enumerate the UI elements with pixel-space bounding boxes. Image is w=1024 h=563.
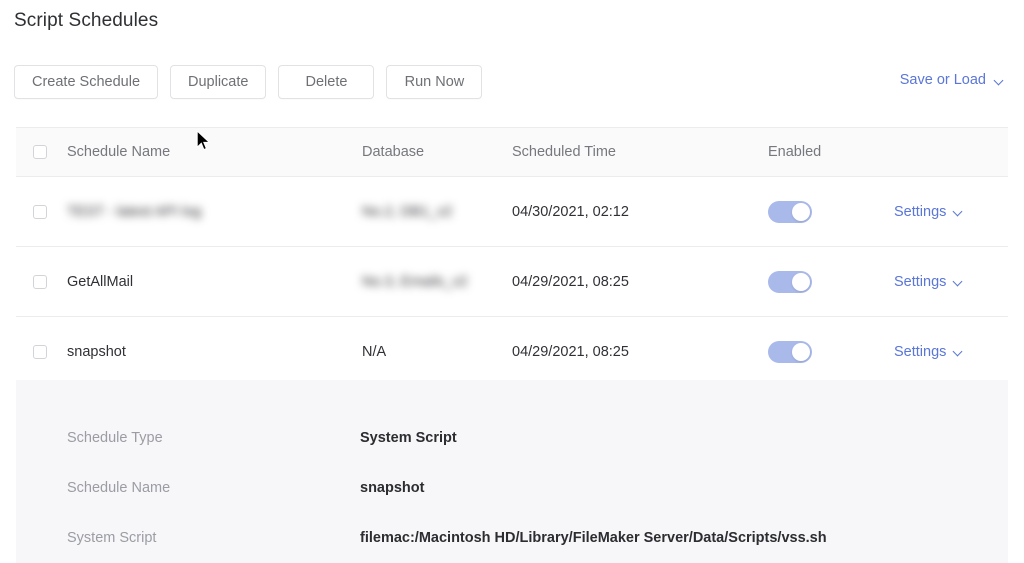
toolbar: Create Schedule Duplicate Delete Run Now: [14, 65, 483, 99]
settings-label: Settings: [894, 273, 947, 290]
cell-settings: Settings: [894, 204, 963, 220]
settings-button[interactable]: Settings: [894, 274, 963, 290]
detail-label: Schedule Type: [67, 430, 163, 446]
save-or-load-button[interactable]: Save or Load: [900, 72, 1004, 88]
settings-label: Settings: [894, 203, 947, 220]
cell-enabled: [768, 270, 812, 293]
settings-button[interactable]: Settings: [894, 204, 963, 220]
row-checkbox[interactable]: [33, 204, 47, 219]
cell-schedule-name: snapshot: [67, 343, 126, 360]
cell-database: N/A: [362, 343, 387, 360]
cell-database: No.2, DB1_v2: [362, 203, 453, 220]
row-checkbox[interactable]: [33, 274, 47, 289]
toggle-knob: [792, 342, 810, 361]
schedules-table: Schedule Name Database Scheduled Time En…: [0, 127, 1024, 387]
cell-settings: Settings: [894, 274, 963, 290]
toggle-knob: [792, 272, 810, 291]
detail-row: Schedule Name snapshot: [16, 480, 1008, 504]
table-row[interactable]: GetAllMail No.3, Emails_v2 04/29/2021, 08:…: [16, 247, 1008, 317]
run-now-button[interactable]: Run Now: [386, 65, 483, 99]
cell-database: No.3, Emails_v2: [362, 273, 468, 290]
table-row[interactable]: snapshot N/A 04/29/2021, 08:25 Settings: [16, 317, 1008, 387]
create-schedule-button[interactable]: Create Schedule: [14, 65, 159, 99]
chevron-down-icon: [954, 277, 963, 286]
cell-scheduled-time: 04/29/2021, 08:25: [512, 273, 629, 290]
cell-schedule-name: GetAllMail: [67, 273, 134, 290]
cell-scheduled-time: 04/29/2021, 08:25: [512, 343, 629, 360]
row-checkbox-cell: [33, 204, 47, 219]
page-title: Script Schedules: [14, 10, 159, 31]
detail-value: filemac:/Macintosh HD/Library/FileMaker …: [360, 530, 827, 546]
toggle-knob: [792, 202, 810, 221]
detail-label: Schedule Name: [67, 480, 171, 496]
row-checkbox[interactable]: [33, 344, 47, 359]
column-header-schedule-name[interactable]: Schedule Name: [67, 144, 170, 160]
select-all-checkbox-cell: [33, 145, 47, 159]
chevron-down-icon: [954, 347, 963, 356]
column-header-scheduled-time[interactable]: Scheduled Time: [512, 144, 616, 160]
cell-scheduled-time: 04/30/2021, 02:12: [512, 203, 629, 220]
row-checkbox-cell: [33, 344, 47, 359]
cell-schedule-name: TEST - latest API log: [67, 203, 202, 220]
detail-label: System Script: [67, 530, 157, 546]
select-all-checkbox[interactable]: [33, 145, 47, 159]
enabled-toggle[interactable]: [768, 200, 812, 223]
table-header-row: Schedule Name Database Scheduled Time En…: [16, 127, 1008, 177]
chevron-down-icon: [995, 76, 1004, 85]
detail-value: snapshot: [360, 480, 425, 496]
cell-enabled: [768, 200, 812, 223]
column-header-database[interactable]: Database: [362, 144, 424, 160]
delete-button[interactable]: Delete: [278, 65, 375, 99]
duplicate-button[interactable]: Duplicate: [170, 65, 267, 99]
column-header-enabled[interactable]: Enabled: [768, 144, 821, 160]
cell-settings: Settings: [894, 344, 963, 360]
enabled-toggle[interactable]: [768, 270, 812, 293]
detail-value: System Script: [360, 430, 457, 446]
settings-label: Settings: [894, 343, 947, 360]
row-checkbox-cell: [33, 274, 47, 289]
cell-enabled: [768, 340, 812, 363]
save-or-load-label: Save or Load: [899, 72, 986, 88]
settings-button[interactable]: Settings: [894, 344, 963, 360]
enabled-toggle[interactable]: [768, 340, 812, 363]
schedule-detail-panel: Schedule Type System Script Schedule Name s…: [16, 380, 1008, 563]
table-row[interactable]: TEST - latest API log No.2, DB1_v2 04/30/2…: [16, 177, 1008, 247]
chevron-down-icon: [954, 207, 963, 216]
detail-row: Schedule Type System Script: [16, 430, 1008, 454]
detail-row: System Script filemac:/Macintosh HD/Libra…: [16, 530, 1008, 554]
